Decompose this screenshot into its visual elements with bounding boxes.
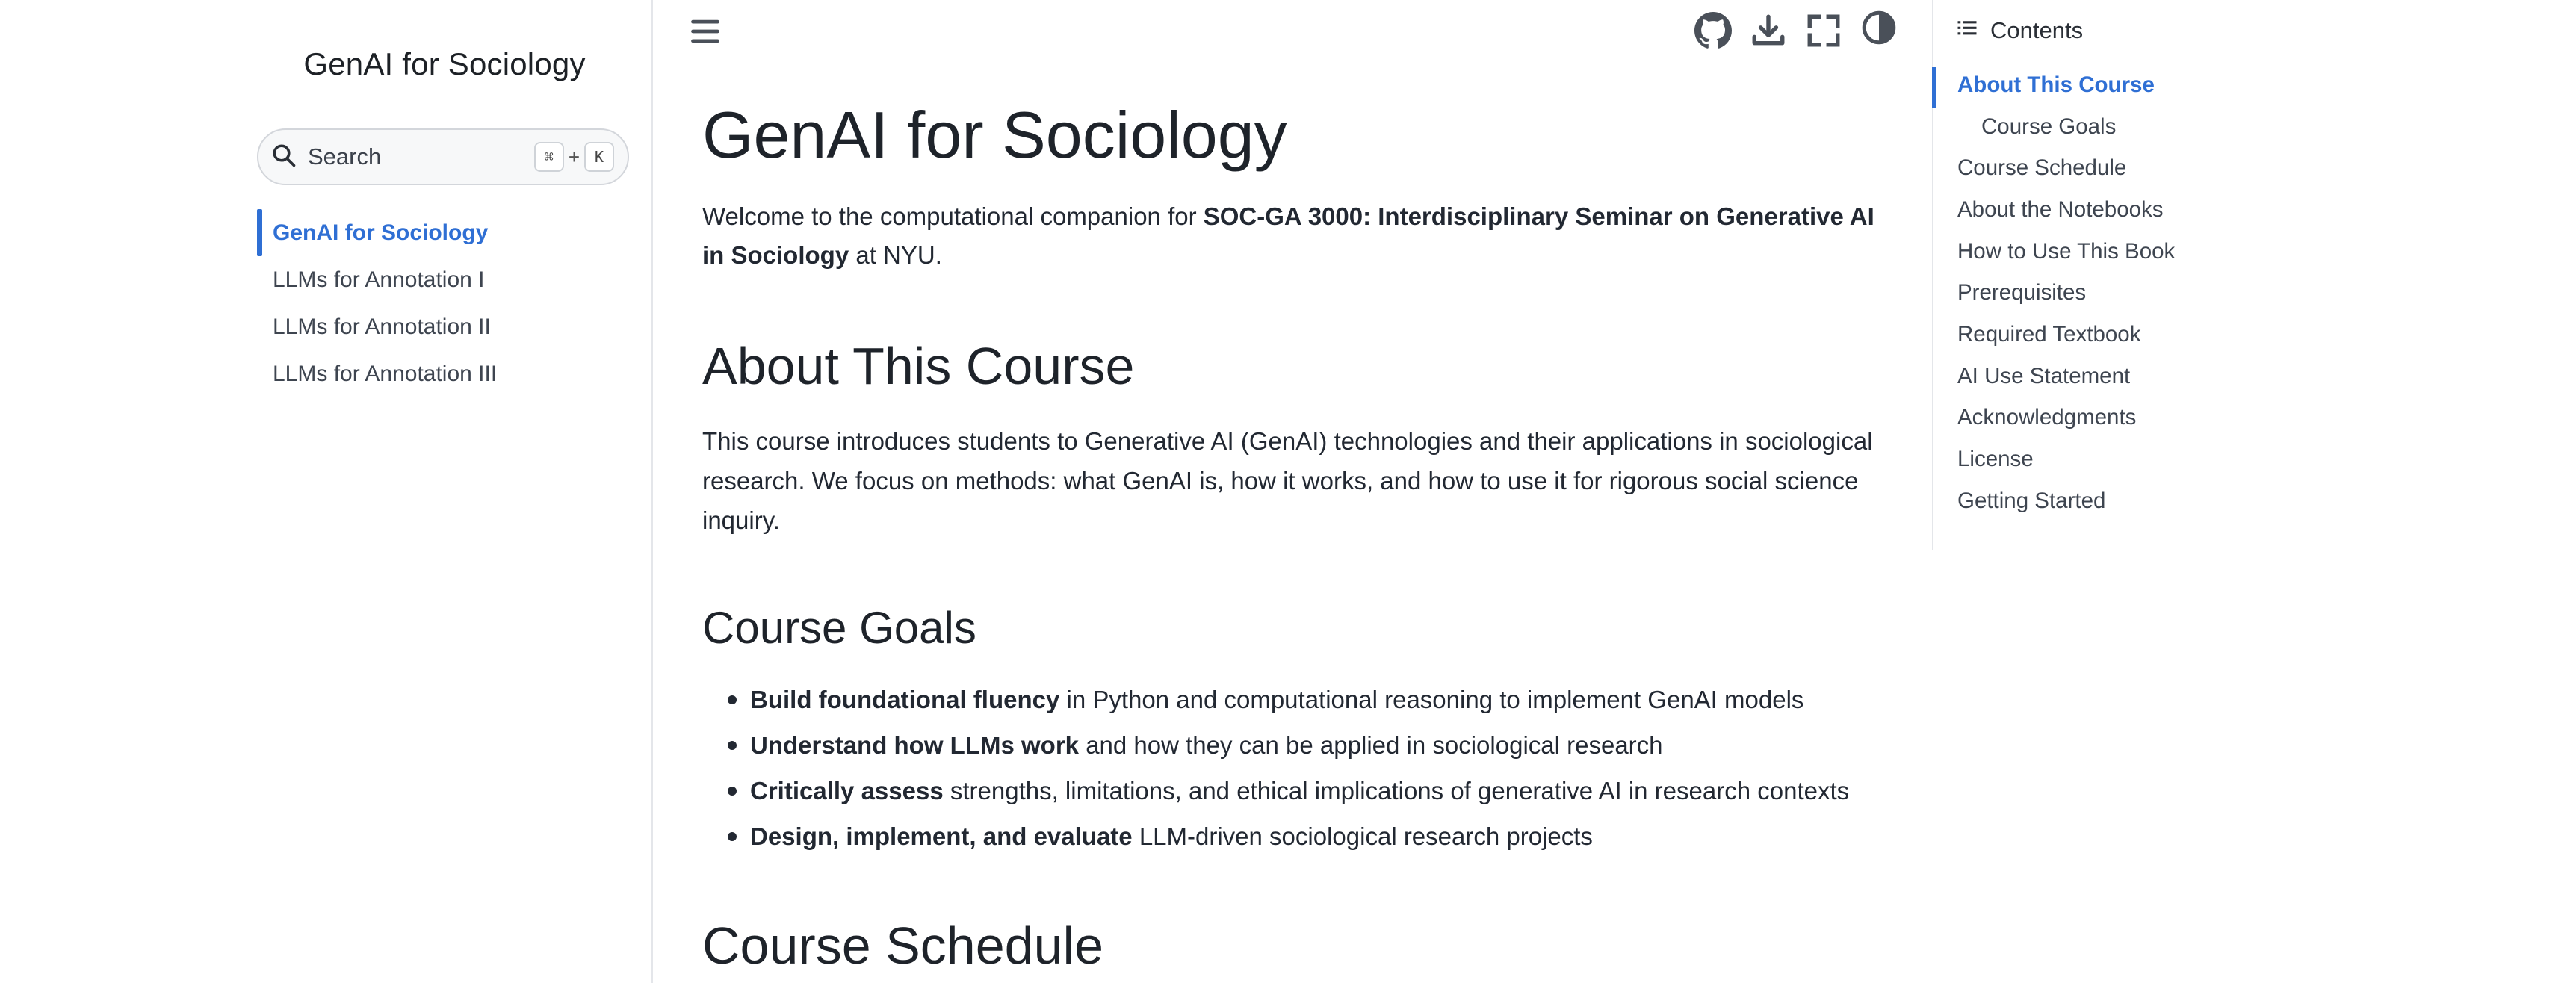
goal-bold: Build foundational fluency: [750, 686, 1060, 713]
toc-item-prerequisites[interactable]: Prerequisites: [1933, 272, 2232, 314]
toc-item-required-textbook[interactable]: Required Textbook: [1933, 314, 2232, 356]
search-input[interactable]: Search ⌘ + K: [257, 128, 629, 185]
toc-item-license[interactable]: License: [1933, 438, 2232, 480]
intro-text-after: at NYU.: [849, 241, 942, 269]
shortcut-plus: +: [568, 145, 580, 168]
site-brand[interactable]: GenAI for Sociology: [254, 46, 635, 82]
intro-text-before: Welcome to the computational companion f…: [702, 202, 1204, 230]
toc-item-acknowledgments[interactable]: Acknowledgments: [1933, 397, 2232, 439]
goal-bold: Critically assess: [750, 777, 944, 804]
intro-paragraph: Welcome to the computational companion f…: [702, 197, 1883, 275]
goal-text: strengths, limitations, and ethical impl…: [943, 777, 1850, 804]
goal-item: Understand how LLMs work and how they ca…: [728, 722, 1916, 768]
toc-item-about-this-course[interactable]: About This Course: [1932, 64, 2232, 108]
goal-item: Build foundational fluency in Python and…: [728, 677, 1916, 722]
shortcut-key-cmd: ⌘: [533, 142, 564, 172]
toc-sidebar: Contents About This Course Course Goals …: [1932, 0, 2231, 550]
toc-item-about-the-notebooks[interactable]: About the Notebooks: [1933, 189, 2232, 231]
shortcut-key-k: K: [584, 142, 614, 172]
sidebar-item-llms-annotation-2[interactable]: LLMs for Annotation II: [257, 303, 631, 350]
list-icon: [1956, 16, 1978, 45]
toc-item-getting-started[interactable]: Getting Started: [1933, 480, 2232, 522]
toc-list: About This Course Course Goals Course Sc…: [1932, 64, 2232, 522]
theme-toggle-icon[interactable]: [1860, 9, 1898, 46]
sidebar-nav: GenAI for Sociology LLMs for Annotation …: [257, 209, 631, 397]
goal-bold: Understand how LLMs work: [750, 731, 1080, 759]
sidebar-item-llms-annotation-1[interactable]: LLMs for Annotation I: [257, 256, 631, 303]
about-paragraph: This course introduces students to Gener…: [702, 427, 1873, 534]
heading-about-this-course: About This Course: [702, 337, 1135, 395]
search-icon: [270, 142, 297, 173]
search-shortcut: ⌘ + K: [533, 142, 614, 172]
goal-item: Design, implement, and evaluate LLM-driv…: [728, 813, 1916, 859]
toc-item-course-goals[interactable]: Course Goals: [1933, 106, 2232, 148]
goal-item: Critically assess strengths, limitations…: [728, 768, 1916, 813]
page-title: GenAI for Sociology: [702, 98, 1287, 172]
goal-bold: Design, implement, and evaluate: [750, 822, 1133, 850]
heading-course-schedule: Course Schedule: [702, 917, 1103, 975]
goals-list: Build foundational fluency in Python and…: [728, 677, 1916, 859]
github-icon[interactable]: [1694, 12, 1732, 49]
fullscreen-icon[interactable]: [1805, 12, 1842, 49]
sidebar-item-genai-for-sociology[interactable]: GenAI for Sociology: [257, 209, 631, 256]
goal-text: and how they can be applied in sociologi…: [1079, 731, 1663, 759]
toc-title: Contents: [1990, 17, 2084, 43]
toc-header: Contents: [1956, 16, 2083, 45]
toc-item-how-to-use[interactable]: How to Use This Book: [1933, 231, 2232, 273]
goal-text: LLM-driven sociological research project…: [1132, 822, 1593, 850]
toc-item-ai-use-statement[interactable]: AI Use Statement: [1933, 356, 2232, 397]
search-placeholder: Search: [308, 143, 382, 170]
page: GenAI for Sociology Search ⌘ + K GenAI f…: [0, 0, 2576, 983]
primary-sidebar: GenAI for Sociology Search ⌘ + K GenAI f…: [0, 0, 653, 983]
menu-icon[interactable]: [689, 15, 722, 48]
download-icon[interactable]: [1750, 12, 1787, 49]
sidebar-item-llms-annotation-3[interactable]: LLMs for Annotation III: [257, 350, 631, 397]
heading-course-goals: Course Goals: [702, 603, 976, 653]
toc-item-course-schedule[interactable]: Course Schedule: [1933, 147, 2232, 189]
goal-text: in Python and computational reasoning to…: [1059, 686, 1804, 713]
